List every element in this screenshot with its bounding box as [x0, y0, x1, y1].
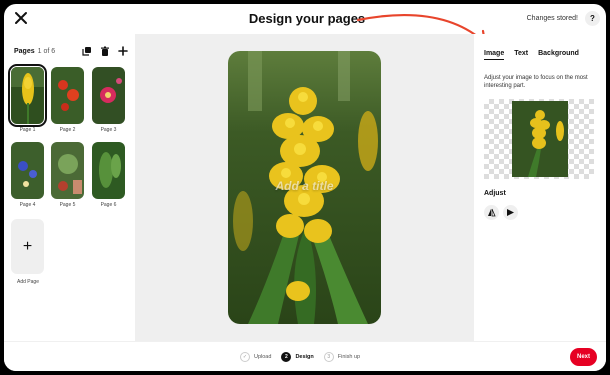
duplicate-icon[interactable] [82, 46, 92, 56]
thumbnail-label: Page 1 [19, 127, 36, 133]
add-page-button[interactable]: + [11, 219, 44, 274]
page-title: Design your pages [248, 11, 366, 26]
thumbnail-label: Page 3 [100, 127, 117, 133]
flip-icon [488, 208, 496, 217]
header: Design your pages Changes stored! ? [4, 4, 606, 45]
step-number: 3 [323, 352, 334, 362]
flower-photo-icon [11, 67, 44, 124]
thumbnail-image[interactable] [51, 67, 84, 124]
thumbnail-label: Page 4 [19, 202, 36, 208]
rotate-button[interactable] [503, 205, 518, 220]
step-design[interactable]: 2 Design [281, 352, 314, 362]
crop-image [512, 101, 568, 177]
page-thumbnail-3: Page 3 [92, 67, 125, 133]
add-page-label: Add Page [17, 279, 39, 285]
pages-heading: Pages 1 of 6 [14, 48, 55, 55]
thumbnail-label: Page 5 [59, 202, 76, 208]
step-finish-up[interactable]: 3 Finish up [323, 352, 361, 362]
trash-icon[interactable] [100, 46, 110, 56]
check-icon: ✓ [240, 352, 250, 362]
flower-photo-icon [92, 67, 125, 124]
progress-steps: ✓ Upload 2 Design 3 Finish up [240, 352, 360, 362]
next-button[interactable]: Next [570, 348, 597, 366]
thumbnail-label: Page 2 [59, 127, 76, 133]
pages-toolbar [82, 46, 128, 56]
page-thumbnail-2: Page 2 [51, 67, 84, 133]
flower-photo-icon [51, 67, 84, 124]
tab-text[interactable]: Text [514, 50, 528, 60]
plus-icon[interactable] [118, 46, 128, 56]
crop-preview[interactable] [484, 99, 594, 179]
adjust-buttons [484, 205, 518, 220]
step-number: 2 [281, 352, 292, 362]
step-label: Upload [254, 354, 272, 360]
footer: ✓ Upload 2 Design 3 Finish up Next [4, 341, 606, 371]
tab-image[interactable]: Image [484, 50, 505, 60]
rotate-icon [507, 209, 514, 216]
save-status: Changes stored! [526, 15, 578, 22]
add-title-placeholder[interactable]: Add a title [228, 179, 381, 193]
thumbnail-label: Page 6 [100, 202, 117, 208]
thumbnail-image[interactable] [92, 142, 125, 199]
pin-image[interactable]: Add a title [228, 51, 381, 324]
page-thumbnail-1: Page 1 [8, 64, 47, 133]
tomato-photo-icon [51, 142, 84, 199]
page-thumbnail-4: Page 4 [11, 142, 44, 208]
step-label: Finish up [337, 354, 361, 360]
thumbnail-image[interactable] [92, 67, 125, 124]
flip-button[interactable] [484, 205, 499, 220]
step-label: Design [295, 354, 314, 360]
plus-icon: + [22, 237, 33, 255]
help-button[interactable]: ? [585, 11, 600, 26]
page-thumbnail-5: Page 5 [51, 142, 84, 208]
thumbnail-image[interactable] [8, 64, 47, 127]
step-upload[interactable]: ✓ Upload [240, 352, 271, 362]
flower-photo-icon [11, 142, 44, 199]
flower-photo-icon [512, 101, 568, 177]
thumbnail-image[interactable] [51, 142, 84, 199]
pages-label: Pages [14, 48, 35, 55]
thumbnail-image[interactable] [11, 142, 44, 199]
properties-tabs: Image Text Background [484, 50, 579, 60]
pages-count: 1 of 6 [37, 48, 56, 55]
leaf-photo-icon [92, 142, 125, 199]
image-description: Adjust your image to focus on the most i… [484, 75, 588, 89]
pages-panel: Pages 1 of 6 Page 1 Page 2 Page 3 Page 4… [4, 34, 135, 341]
properties-panel: Image Text Background Adjust your image … [474, 34, 606, 341]
tab-background[interactable]: Background [538, 50, 579, 60]
adjust-label: Adjust [484, 190, 506, 197]
design-canvas: Add a title [135, 34, 474, 341]
app-window: Design your pages Changes stored! ? Page… [4, 4, 606, 371]
page-thumbnail-6: Page 6 [92, 142, 125, 208]
